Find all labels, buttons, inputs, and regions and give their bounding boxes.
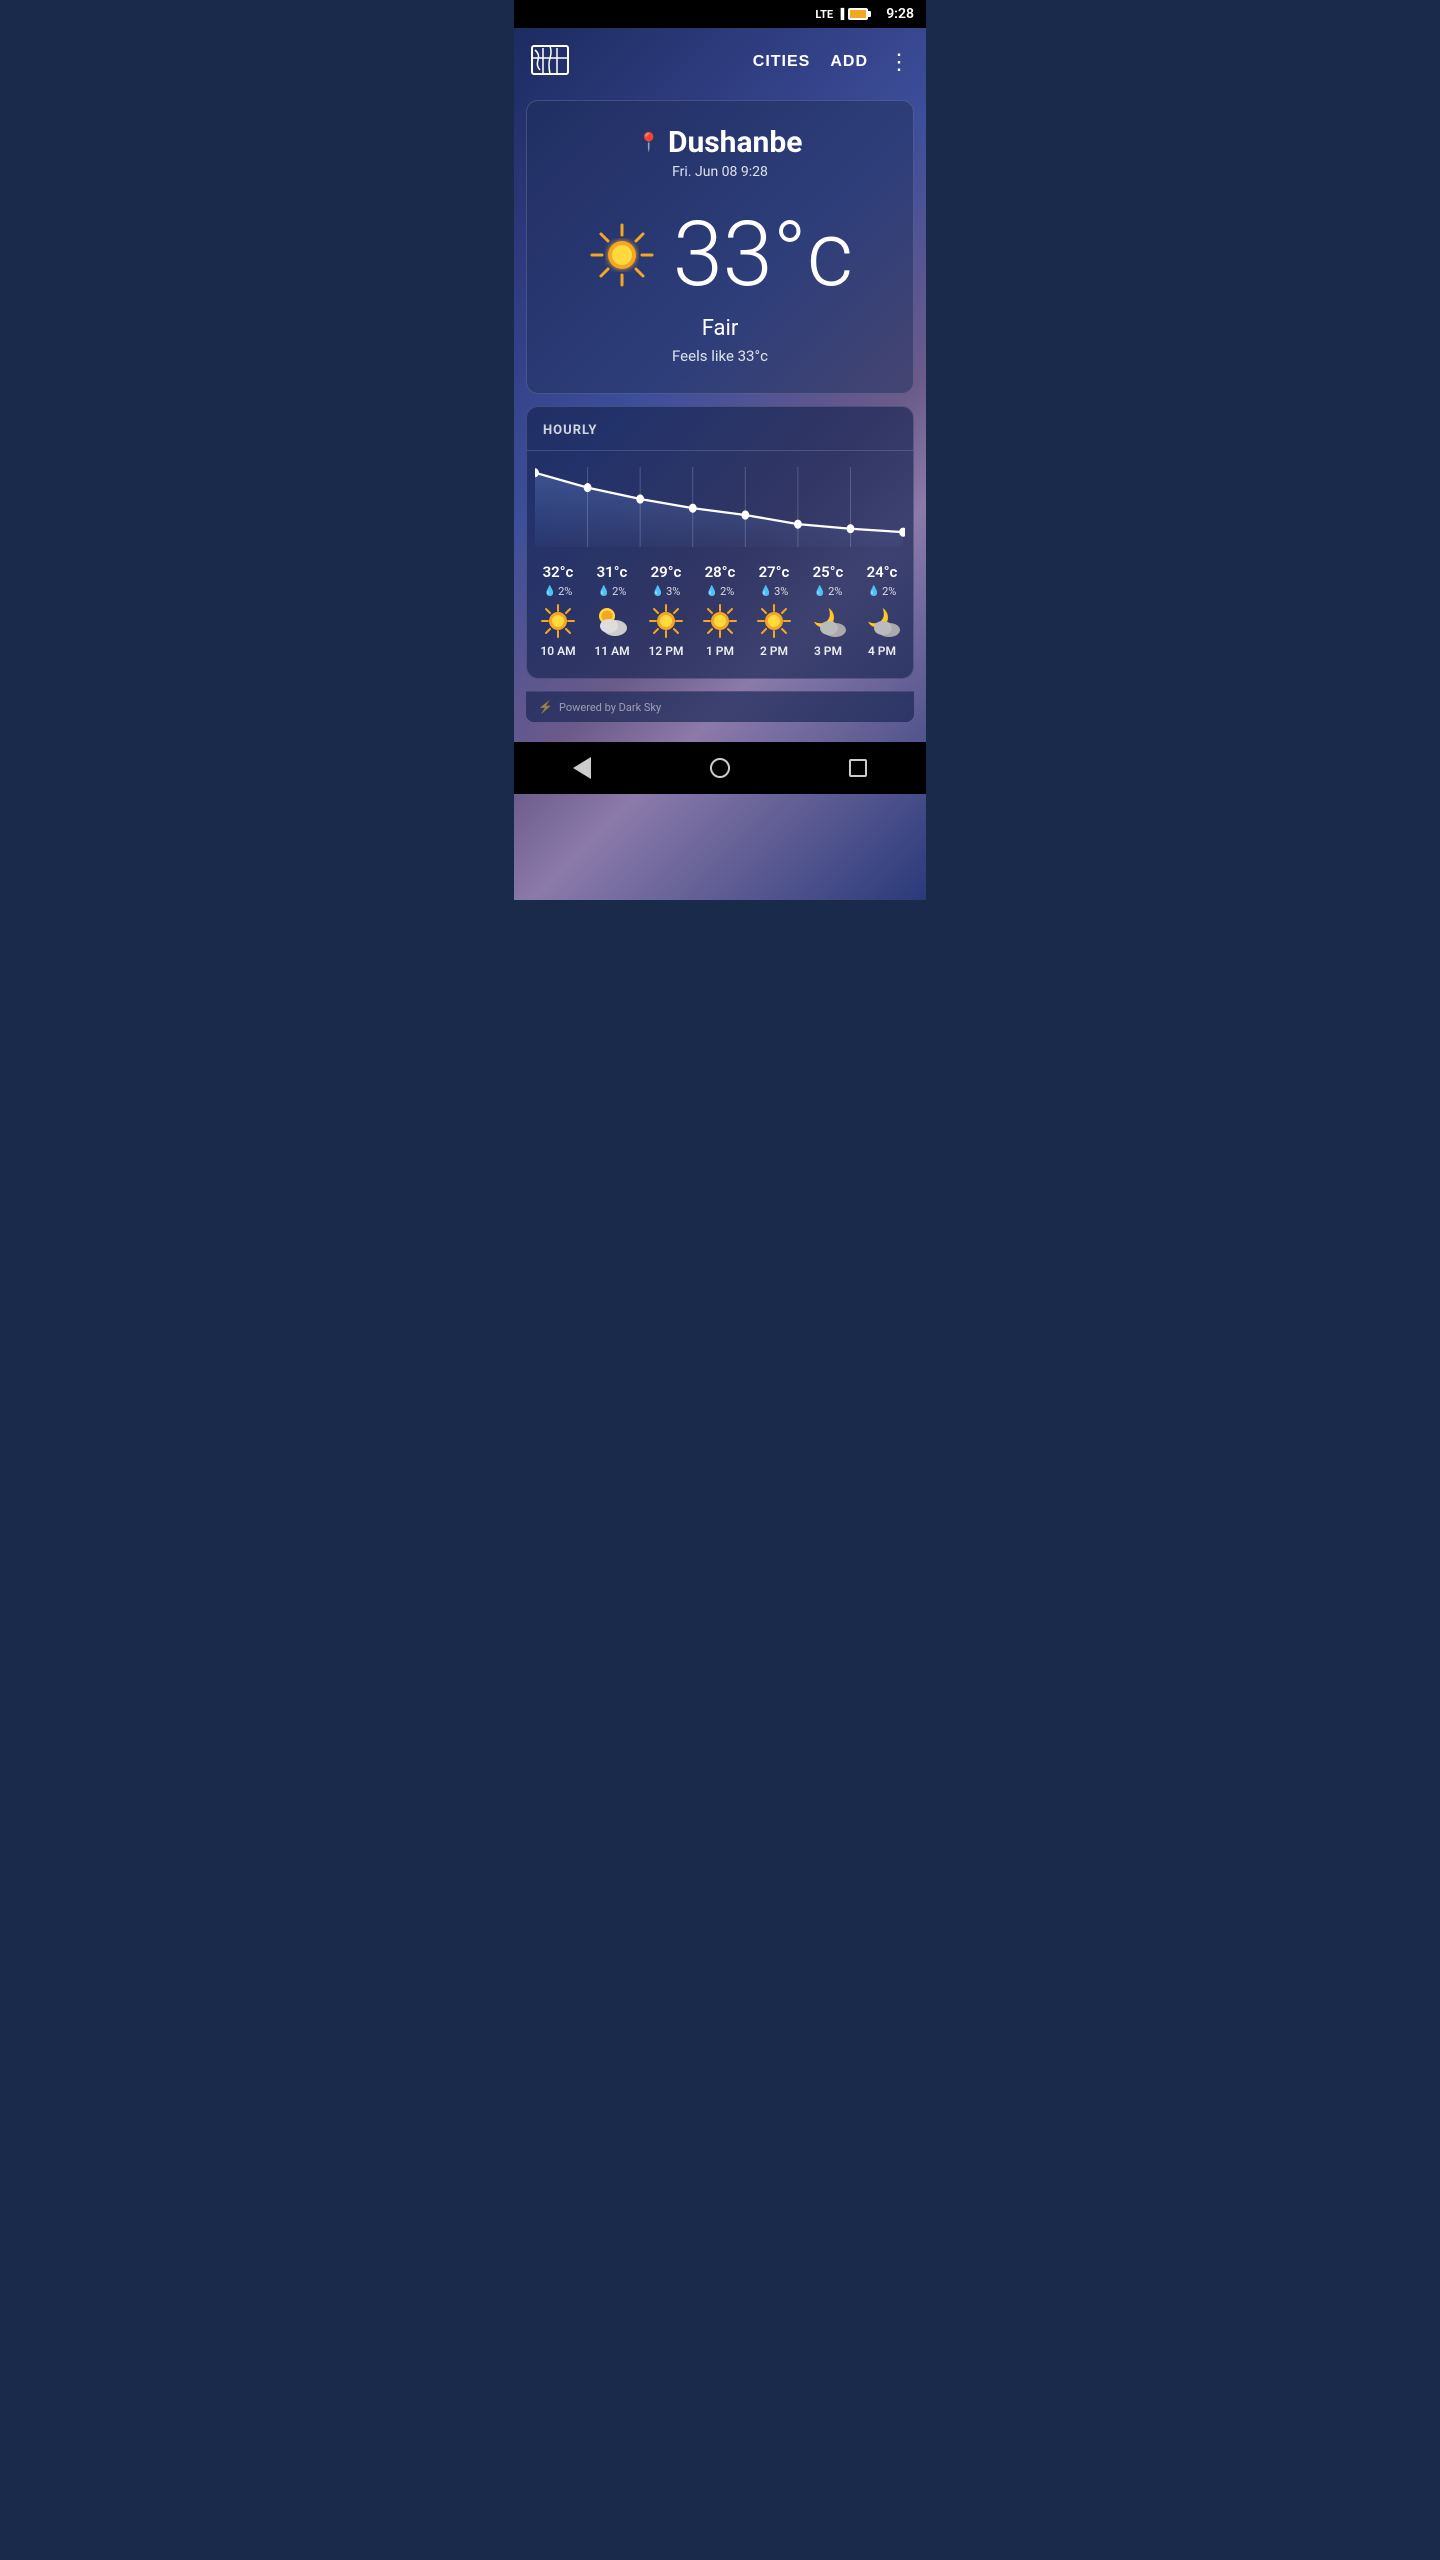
hourly-list: 32°c 💧2% 10 AM 31°c <box>527 551 913 658</box>
hour-item-4pm: 24°c 💧2% 🌙 4 PM <box>856 563 908 658</box>
hour-temp-4pm: 24°c <box>867 563 898 581</box>
hour-time-2pm: 2 PM <box>760 644 788 658</box>
sun-weather-icon <box>587 220 657 290</box>
home-circle-icon <box>710 758 730 778</box>
temperature-value: 33°c <box>673 210 853 300</box>
status-time: 9:28 <box>886 6 914 22</box>
add-button[interactable]: ADD <box>830 53 868 71</box>
lte-icon: LTE <box>815 8 833 21</box>
darksky-logo-icon: ⚡ <box>538 700 553 714</box>
hour-item-2pm: 27°c 💧3% 2 PM <box>748 563 800 658</box>
more-options-button[interactable]: ⋮ <box>888 51 910 73</box>
location-pin-icon: 📍 <box>638 132 660 153</box>
hour-icon-1pm <box>701 602 739 640</box>
hourly-chart <box>527 451 913 551</box>
hour-time-12pm: 12 PM <box>649 644 684 658</box>
weather-datetime: Fri. Jun 08 9:28 <box>547 164 893 180</box>
weather-condition: Fair <box>547 316 893 341</box>
hour-icon-11am <box>593 602 631 640</box>
hourly-card: HOURLY <box>526 406 914 679</box>
hour-temp-10am: 32°c <box>543 563 574 581</box>
city-name: 📍 Dushanbe <box>547 125 893 160</box>
hour-precip-11am: 💧2% <box>598 585 627 598</box>
hour-icon-12pm <box>647 602 685 640</box>
app-logo[interactable] <box>530 40 570 84</box>
main-weather-card: 📍 Dushanbe Fri. Jun 08 9:28 <box>526 100 914 394</box>
hour-time-4pm: 4 PM <box>868 644 896 658</box>
nav-actions: CITIES ADD ⋮ <box>753 51 910 73</box>
hour-time-1pm: 1 PM <box>706 644 734 658</box>
nav-bar <box>514 742 926 794</box>
hour-time-3pm: 3 PM <box>814 644 842 658</box>
signal-bars-icon: ▐ <box>837 9 844 20</box>
hour-time-11am: 11 AM <box>594 644 629 658</box>
hour-temp-2pm: 27°c <box>759 563 790 581</box>
hour-precip-12pm: 💧3% <box>652 585 681 598</box>
hour-icon-4pm: 🌙 <box>863 602 901 640</box>
hourly-title: HOURLY <box>527 423 913 451</box>
hour-item-1pm: 28°c 💧2% 1 PM <box>694 563 746 658</box>
status-bar: LTE ▐ 9:28 <box>514 0 926 28</box>
back-triangle-icon <box>573 757 591 779</box>
cities-button[interactable]: CITIES <box>753 53 811 71</box>
hour-temp-1pm: 28°c <box>705 563 736 581</box>
recents-button[interactable] <box>849 759 867 777</box>
feels-like: Feels like 33°c <box>547 347 893 365</box>
hour-precip-2pm: 💧3% <box>760 585 789 598</box>
hour-temp-11am: 31°c <box>597 563 628 581</box>
status-icons: LTE ▐ <box>803 0 880 28</box>
hour-icon-3pm: 🌙 <box>809 602 847 640</box>
hour-item-10am: 32°c 💧2% 10 AM <box>532 563 584 658</box>
app-header: CITIES ADD ⋮ <box>514 28 926 96</box>
recents-square-icon <box>849 759 867 777</box>
powered-by-bar: ⚡ Powered by Dark Sky <box>526 691 914 722</box>
powered-by-text: Powered by Dark Sky <box>559 701 661 714</box>
hour-item-12pm: 29°c 💧3% 12 PM <box>640 563 692 658</box>
hour-item-11am: 31°c 💧2% 11 AM <box>586 563 638 658</box>
hour-icon-2pm <box>755 602 793 640</box>
hour-precip-4pm: 💧2% <box>868 585 897 598</box>
hour-time-10am: 10 AM <box>540 644 575 658</box>
hour-precip-10am: 💧2% <box>544 585 573 598</box>
hour-icon-10am <box>539 602 577 640</box>
hour-temp-12pm: 29°c <box>651 563 682 581</box>
home-button[interactable] <box>710 758 730 778</box>
hour-temp-3pm: 25°c <box>813 563 844 581</box>
battery-icon <box>848 8 868 20</box>
temperature-row: 33°c <box>547 210 893 300</box>
back-button[interactable] <box>573 757 591 779</box>
hour-precip-1pm: 💧2% <box>706 585 735 598</box>
temperature-chart <box>535 467 905 547</box>
hour-item-3pm: 25°c 💧2% 🌙 3 PM <box>802 563 854 658</box>
hour-precip-3pm: 💧2% <box>814 585 843 598</box>
